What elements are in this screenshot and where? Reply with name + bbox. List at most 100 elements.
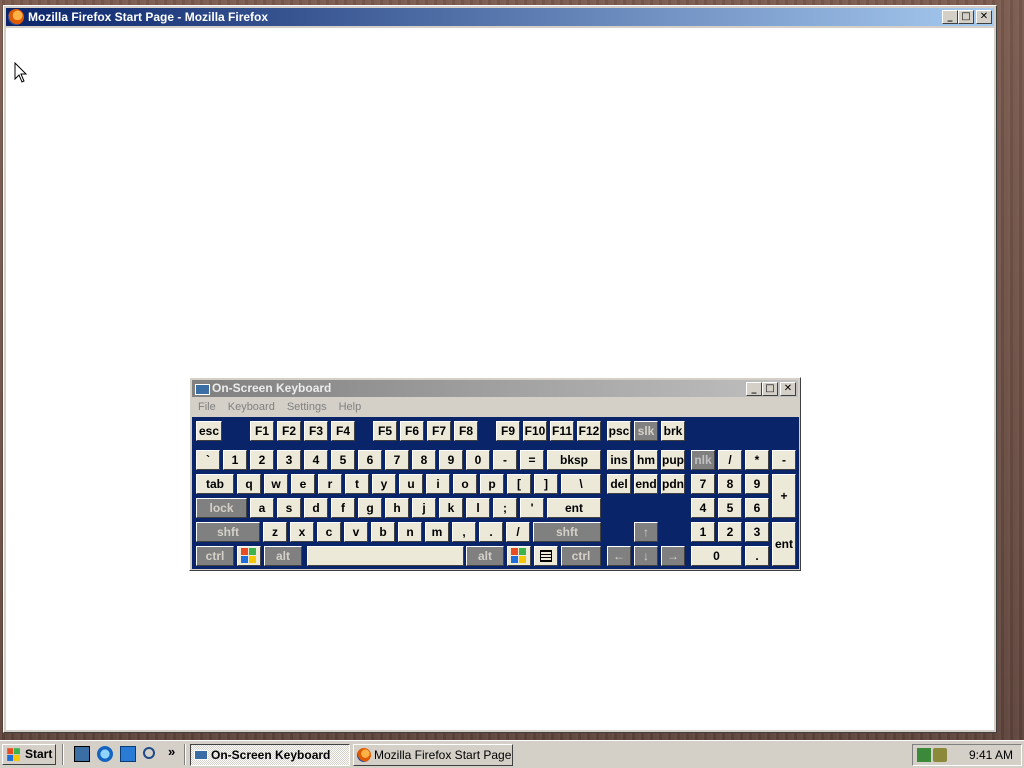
task-firefox[interactable]: Mozilla Firefox Start Page... (353, 744, 513, 766)
key-right-windows[interactable] (507, 546, 531, 566)
key-d[interactable]: d (304, 498, 328, 518)
key-f1[interactable]: F1 (250, 421, 274, 441)
key-6[interactable]: 6 (358, 450, 382, 470)
key-kp-divide[interactable]: / (718, 450, 742, 470)
key-caps-lock[interactable]: lock (196, 498, 247, 518)
key-arrow-up[interactable]: ↑ (634, 522, 658, 542)
key-f4[interactable]: F4 (331, 421, 355, 441)
key-semicolon[interactable]: ; (493, 498, 517, 518)
key-kp-6[interactable]: 6 (745, 498, 769, 518)
key-arrow-down[interactable]: ↓ (634, 546, 658, 566)
task-on-screen-keyboard[interactable]: On-Screen Keyboard (190, 744, 350, 766)
key-left-windows[interactable] (237, 546, 261, 566)
osk-maximize-button[interactable]: □ (762, 382, 778, 396)
key-i[interactable]: i (426, 474, 450, 494)
start-button[interactable]: Start (2, 744, 56, 765)
key-8[interactable]: 8 (412, 450, 436, 470)
key-5[interactable]: 5 (331, 450, 355, 470)
key-f9[interactable]: F9 (496, 421, 520, 441)
key-right-shift[interactable]: shft (533, 522, 601, 542)
key-quote[interactable]: ' (520, 498, 544, 518)
key-l[interactable]: l (466, 498, 490, 518)
key-menu[interactable] (534, 546, 558, 566)
key-kp-1[interactable]: 1 (691, 522, 715, 542)
key-backtick[interactable]: ` (196, 450, 220, 470)
key-esc[interactable]: esc (196, 421, 222, 441)
key-0[interactable]: 0 (466, 450, 490, 470)
key-ins[interactable]: ins (607, 450, 631, 470)
key-kp-multiply[interactable]: * (745, 450, 769, 470)
key-tab[interactable]: tab (196, 474, 234, 494)
menu-settings[interactable]: Settings (281, 398, 333, 416)
key-psc[interactable]: psc (607, 421, 631, 441)
key-f10[interactable]: F10 (523, 421, 547, 441)
key-kp-decimal[interactable]: . (745, 546, 769, 566)
key-kp-3[interactable]: 3 (745, 522, 769, 542)
key-b[interactable]: b (371, 522, 395, 542)
close-button[interactable]: ✕ (976, 10, 992, 24)
key-slk[interactable]: slk (634, 421, 658, 441)
key-left-bracket[interactable]: [ (507, 474, 531, 494)
key-x[interactable]: x (290, 522, 314, 542)
key-u[interactable]: u (399, 474, 423, 494)
firefox-title-bar[interactable]: Mozilla Firefox Start Page - Mozilla Fir… (6, 8, 994, 26)
key-brk[interactable]: brk (661, 421, 685, 441)
key-home[interactable]: hm (634, 450, 658, 470)
menu-keyboard[interactable]: Keyboard (222, 398, 281, 416)
network-icon[interactable] (917, 748, 931, 762)
key-equals[interactable]: = (520, 450, 544, 470)
key-3[interactable]: 3 (277, 450, 301, 470)
osk-minimize-button[interactable]: _ (746, 382, 762, 396)
menu-help[interactable]: Help (333, 398, 368, 416)
maximize-button[interactable]: □ (958, 10, 974, 24)
key-enter[interactable]: ent (547, 498, 601, 518)
key-k[interactable]: k (439, 498, 463, 518)
key-1[interactable]: 1 (223, 450, 247, 470)
key-n[interactable]: n (398, 522, 422, 542)
key-kp-2[interactable]: 2 (718, 522, 742, 542)
key-space[interactable] (307, 546, 464, 566)
key-kp-plus[interactable]: + (772, 474, 796, 518)
clock[interactable]: 9:41 AM (969, 748, 1013, 762)
key-w[interactable]: w (264, 474, 288, 494)
minimize-button[interactable]: _ (942, 10, 958, 24)
key-kp-9[interactable]: 9 (745, 474, 769, 494)
key-p[interactable]: p (480, 474, 504, 494)
key-backspace[interactable]: bksp (547, 450, 601, 470)
key-f[interactable]: f (331, 498, 355, 518)
safely-remove-hardware-icon[interactable] (933, 748, 947, 762)
key-left-ctrl[interactable]: ctrl (196, 546, 234, 566)
key-slash[interactable]: / (506, 522, 530, 542)
key-4[interactable]: 4 (304, 450, 328, 470)
key-g[interactable]: g (358, 498, 382, 518)
key-backslash[interactable]: \ (561, 474, 601, 494)
key-kp-7[interactable]: 7 (691, 474, 715, 494)
key-2[interactable]: 2 (250, 450, 274, 470)
key-kp-minus[interactable]: - (772, 450, 796, 470)
key-comma[interactable]: , (452, 522, 476, 542)
key-kp-enter[interactable]: ent (772, 522, 796, 566)
key-f12[interactable]: F12 (577, 421, 601, 441)
key-f8[interactable]: F8 (454, 421, 478, 441)
key-m[interactable]: m (425, 522, 449, 542)
key-s[interactable]: s (277, 498, 301, 518)
key-arrow-left[interactable]: ← (607, 546, 631, 566)
key-f3[interactable]: F3 (304, 421, 328, 441)
key-r[interactable]: r (318, 474, 342, 494)
key-7[interactable]: 7 (385, 450, 409, 470)
key-h[interactable]: h (385, 498, 409, 518)
key-pgup[interactable]: pup (661, 450, 685, 470)
key-pgdn[interactable]: pdn (661, 474, 685, 494)
outlook-express-icon[interactable] (120, 746, 136, 762)
key-kp-0[interactable]: 0 (691, 546, 742, 566)
key-f6[interactable]: F6 (400, 421, 424, 441)
key-f5[interactable]: F5 (373, 421, 397, 441)
menu-file[interactable]: File (192, 398, 222, 416)
key-right-alt[interactable]: alt (466, 546, 504, 566)
search-icon[interactable] (143, 747, 155, 759)
key-q[interactable]: q (237, 474, 261, 494)
key-end[interactable]: end (634, 474, 658, 494)
key-f11[interactable]: F11 (550, 421, 574, 441)
key-kp-8[interactable]: 8 (718, 474, 742, 494)
key-minus[interactable]: - (493, 450, 517, 470)
